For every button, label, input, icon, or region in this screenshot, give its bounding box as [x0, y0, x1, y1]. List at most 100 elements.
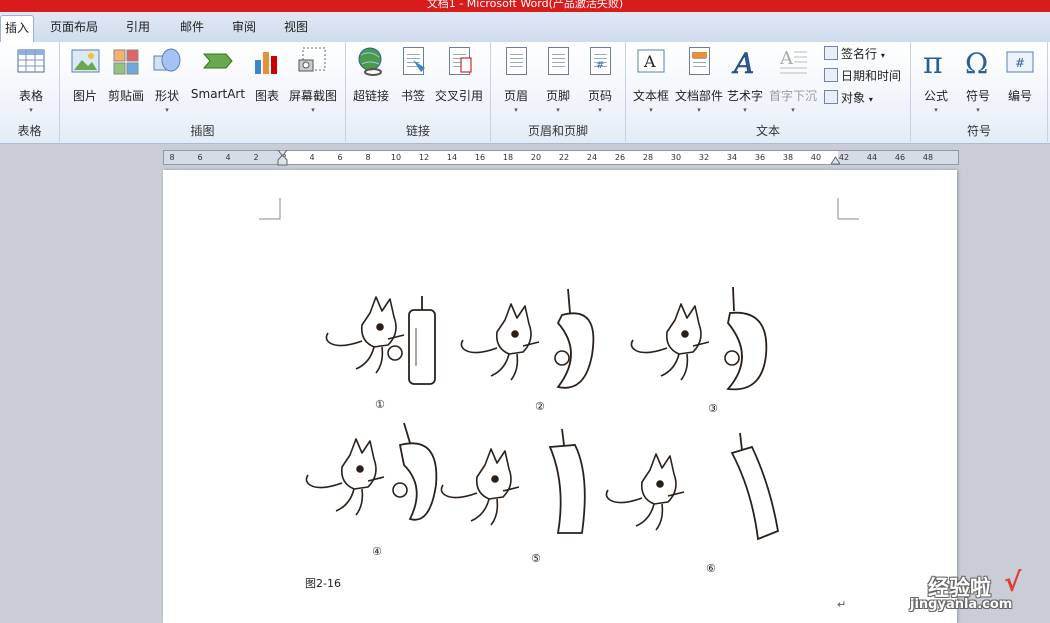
indent-marker-icon[interactable] — [277, 150, 288, 166]
numbering-icon: # — [1004, 46, 1036, 78]
figure-number-5: ⑤ — [531, 552, 541, 565]
object-button[interactable]: 对象 ▾ — [824, 88, 873, 108]
signature-line-button[interactable]: 签名行 ▾ — [824, 44, 885, 64]
group-label-text: 文本 — [755, 124, 780, 138]
ruler-tick-label: 16 — [474, 153, 486, 162]
group-header-footer: 页眉 ▾ 页脚 ▾ # 页码 ▾ 页眉和页脚 — [491, 42, 626, 142]
group-label-symbols: 符号 — [966, 124, 991, 138]
figure-number-3: ③ — [708, 402, 718, 415]
omega-icon: Ω — [962, 46, 994, 80]
ruler-tick-label: 8 — [365, 153, 371, 162]
right-indent-marker-icon[interactable] — [831, 156, 840, 165]
dropdown-icon: ▾ — [868, 95, 873, 104]
header-icon — [500, 46, 532, 78]
dropdown-icon: ▾ — [743, 106, 747, 114]
ruler-tick-label: 24 — [586, 153, 598, 162]
chart-icon — [251, 46, 283, 78]
dropdown-icon: ▾ — [934, 106, 938, 114]
tab-page-layout[interactable]: 页面布局 — [42, 15, 106, 42]
page-number-icon: # — [584, 46, 616, 78]
tab-review[interactable]: 审阅 — [222, 15, 266, 42]
footer-icon — [542, 46, 574, 78]
table-icon — [15, 46, 47, 78]
cross-reference-icon — [443, 46, 475, 78]
figure-number-1: ① — [375, 398, 385, 411]
title-bar: 文档1 - Microsoft Word(产品激活失败) — [0, 0, 1050, 12]
horizontal-ruler[interactable]: 8642246810121416182022242628303234363840… — [163, 150, 959, 166]
svg-text:Ω: Ω — [965, 47, 988, 78]
screenshot-icon — [297, 46, 329, 78]
dropdown-icon: ▾ — [556, 106, 560, 114]
drop-cap-button[interactable]: A 首字下沉 ▾ — [769, 46, 817, 114]
globe-link-icon — [355, 46, 387, 78]
group-label-tables: 表格 — [17, 124, 42, 138]
dropdown-icon: ▾ — [791, 106, 795, 114]
ruler-tick-label: 42 — [838, 153, 850, 162]
ruler-tick-label: 14 — [446, 153, 458, 162]
ribbon: 表格 ▾ 表格 图片 剪贴画 形状 ▾ SmartArt 图表 屏幕截图 ▾ 插… — [0, 42, 1050, 144]
date-time-label: 日期和时间 — [841, 69, 902, 83]
ruler-tick-label: 26 — [614, 153, 626, 162]
ruler-tick-label: 38 — [782, 153, 794, 162]
svg-text:#: # — [1015, 56, 1025, 70]
dropdown-icon: ▾ — [311, 106, 315, 114]
ruler-tick-label: 12 — [418, 153, 430, 162]
figure-cat-punching-bag — [305, 286, 780, 541]
figure-number-2: ② — [535, 400, 545, 413]
date-time-button[interactable]: 日期和时间 — [824, 66, 901, 86]
quick-parts-icon — [683, 46, 715, 78]
ruler-tick-label: 8 — [169, 153, 175, 162]
ruler-tick-label: 20 — [530, 153, 542, 162]
figure-caption: 图2-16 — [305, 577, 341, 590]
ruler-tick-label: 6 — [337, 153, 343, 162]
object-label: 对象 — [841, 91, 866, 105]
group-links: 超链接 书签 交叉引用 链接 — [346, 42, 491, 142]
pi-icon: π — [920, 46, 952, 81]
tab-mailings[interactable]: 邮件 — [170, 15, 214, 42]
margin-corner-top-left — [259, 198, 281, 220]
clipart-icon — [110, 46, 142, 78]
ruler-tick-label: 2 — [253, 153, 259, 162]
ruler-tick-label: 34 — [726, 153, 738, 162]
dropdown-icon: ▾ — [29, 106, 33, 114]
ruler-tick-label: 40 — [810, 153, 822, 162]
smartart-icon — [202, 46, 234, 78]
dropdown-icon: ▾ — [165, 106, 169, 114]
dropdown-icon: ▾ — [649, 106, 653, 114]
svg-text:#: # — [596, 60, 604, 71]
shapes-button[interactable]: 形状 ▾ — [144, 46, 190, 114]
tab-view[interactable]: 视图 — [274, 15, 318, 42]
ruler-tick-label: 32 — [698, 153, 710, 162]
group-label-illustrations: 插图 — [190, 124, 215, 138]
ruler-tick-label: 6 — [197, 153, 203, 162]
ruler-tick-label: 4 — [309, 153, 315, 162]
ruler-tick-label: 30 — [670, 153, 682, 162]
svg-text:A: A — [779, 48, 794, 69]
ruler-tick-label: 10 — [390, 153, 402, 162]
group-illustrations: 图片 剪贴画 形状 ▾ SmartArt 图表 屏幕截图 ▾ 插图 — [60, 42, 346, 142]
picture-icon — [69, 46, 101, 78]
ruler-tick-label: 28 — [642, 153, 654, 162]
dropdown-icon: ▾ — [697, 106, 701, 114]
tab-insert[interactable]: 插入 — [0, 15, 34, 42]
wordart-icon: A — [729, 46, 761, 81]
bookmark-icon — [397, 46, 429, 78]
ruler-tick-label: 44 — [866, 153, 878, 162]
tab-references[interactable]: 引用 — [116, 15, 160, 42]
svg-text:π: π — [923, 46, 943, 78]
dropdown-icon: ▾ — [976, 106, 980, 114]
signature-icon — [824, 46, 838, 60]
numbering-button[interactable]: # 编号 — [997, 46, 1043, 114]
group-symbols: π 公式 ▾ Ω 符号 ▾ # 编号 符号 — [911, 42, 1048, 142]
watermark-logo: 经验啦 √ jingyanla.com — [908, 568, 1043, 618]
dropdown-icon: ▾ — [880, 51, 885, 60]
group-label-links: 链接 — [405, 124, 430, 138]
window-title: 文档1 - Microsoft Word(产品激活失败) — [426, 0, 624, 10]
watermark-check-icon: √ — [1004, 568, 1022, 598]
figure-number-4: ④ — [372, 545, 382, 558]
ruler-tick-label: 36 — [754, 153, 766, 162]
margin-corner-top-right — [837, 198, 859, 220]
calendar-icon — [824, 68, 838, 82]
ruler-tick-label: 46 — [894, 153, 906, 162]
dropdown-icon: ▾ — [598, 106, 602, 114]
